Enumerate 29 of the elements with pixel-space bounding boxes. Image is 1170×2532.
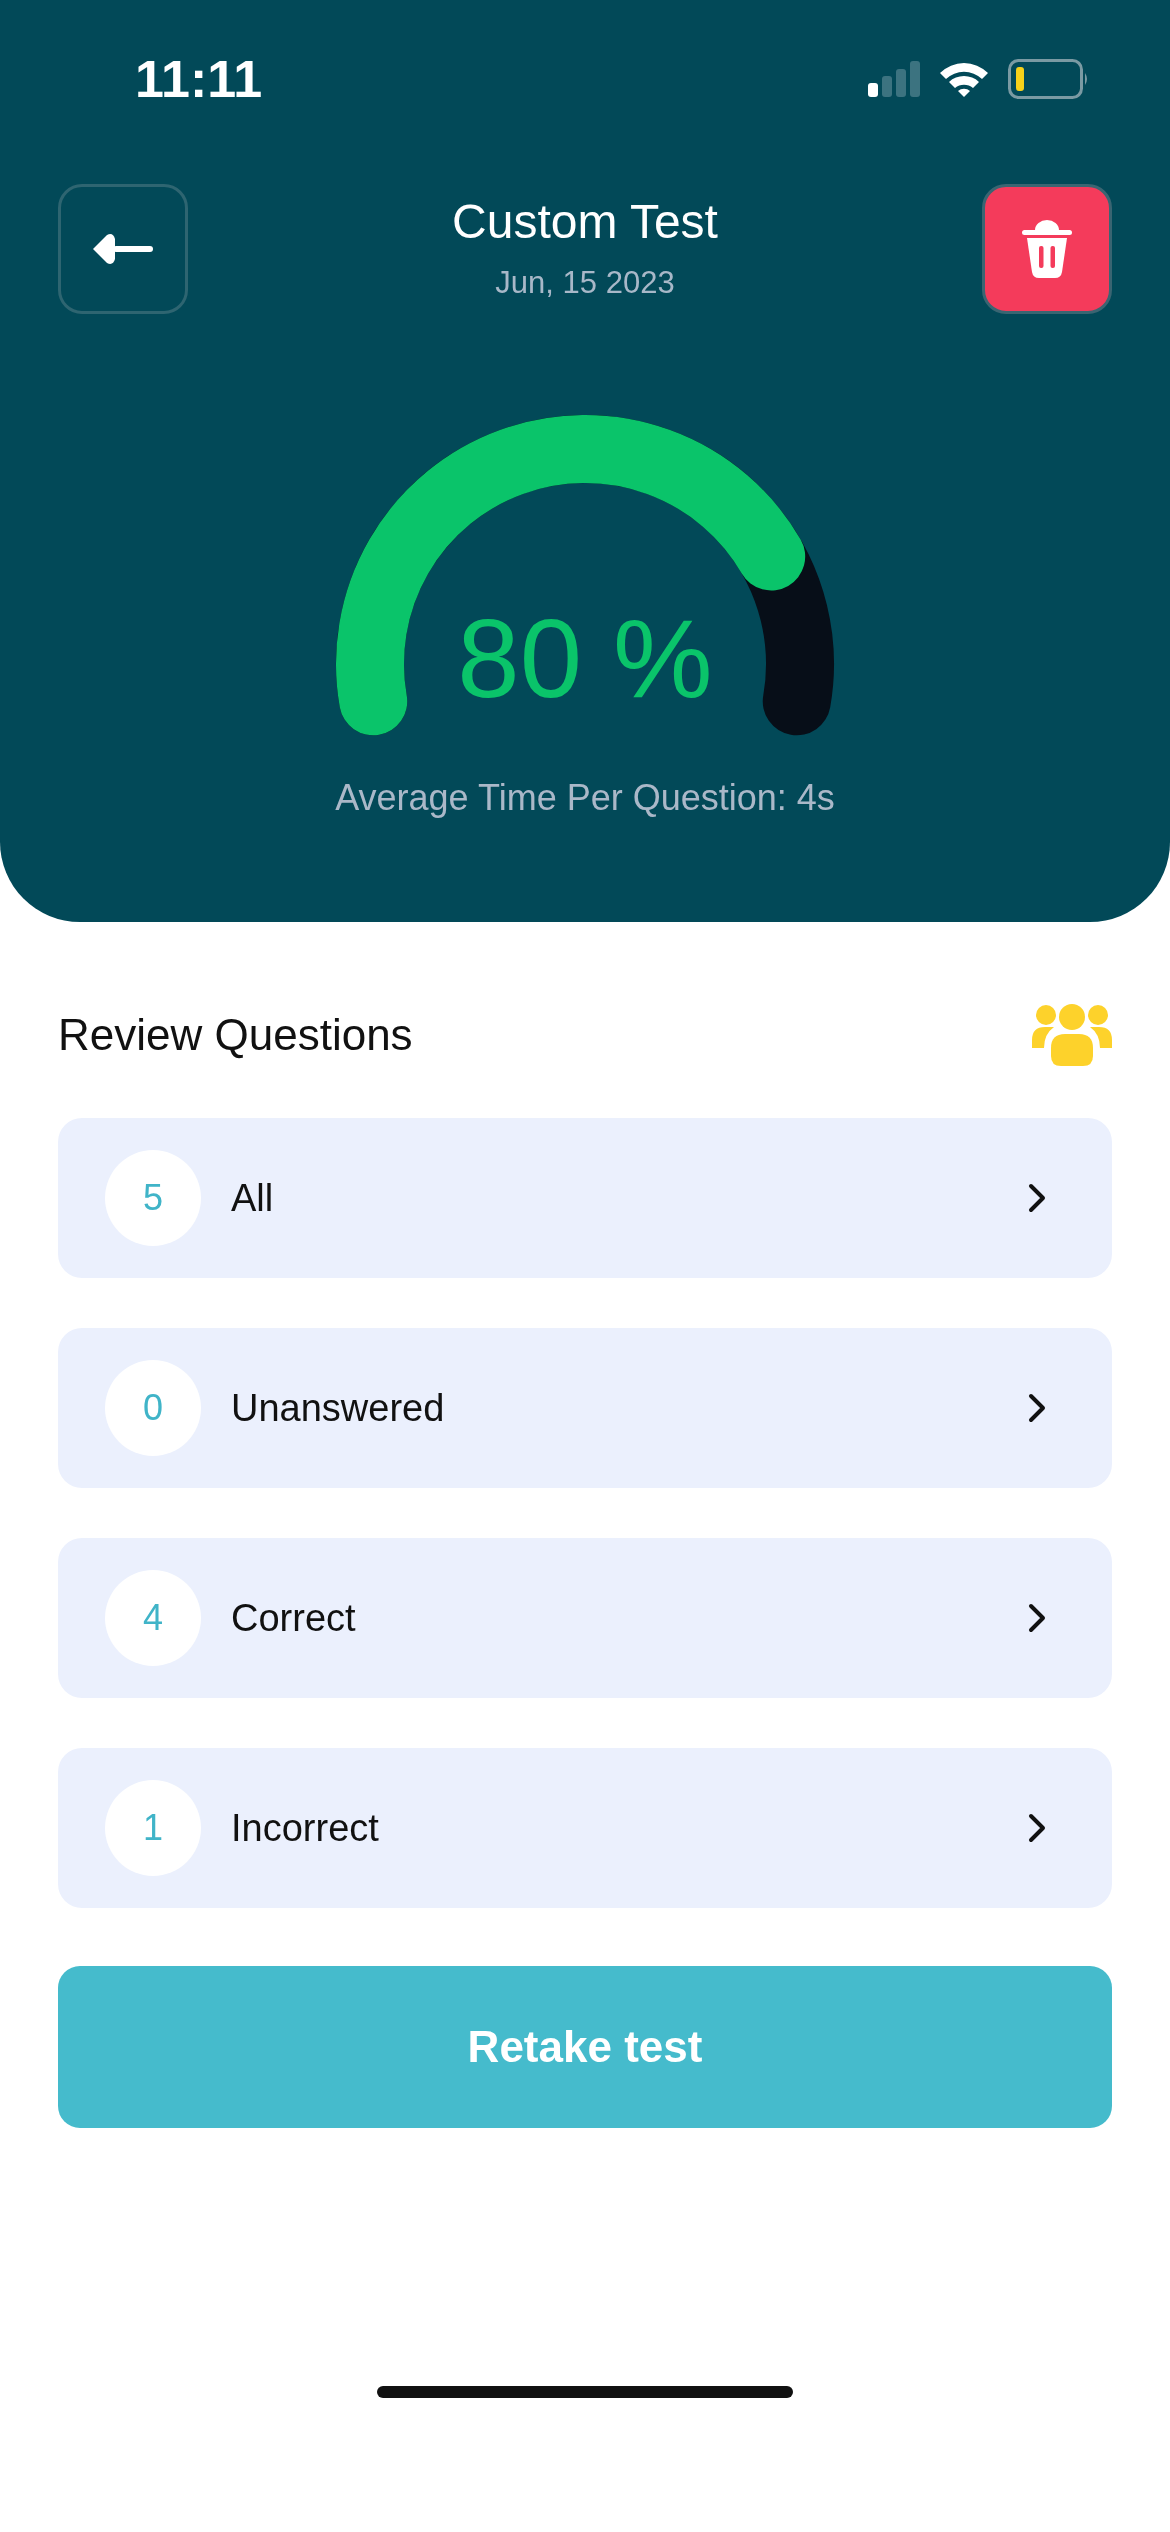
row-label: Incorrect xyxy=(231,1806,380,1850)
chevron-icon xyxy=(1028,1603,1046,1633)
count-badge: 5 xyxy=(105,1150,201,1246)
review-row[interactable]: 4 Correct xyxy=(58,1538,1112,1698)
battery-icon xyxy=(1008,59,1090,99)
count-badge: 0 xyxy=(105,1360,201,1456)
trash-icon xyxy=(1022,220,1072,278)
section-title: Review Questions xyxy=(58,1010,413,1060)
signal-icon xyxy=(868,61,920,97)
score-percent: 80 % xyxy=(457,596,713,721)
back-arrow-icon xyxy=(93,233,153,265)
count-badge: 1 xyxy=(105,1780,201,1876)
count-badge: 4 xyxy=(105,1570,201,1666)
row-label: Unanswered xyxy=(231,1386,446,1430)
test-title: Custom Test xyxy=(452,194,718,249)
delete-button[interactable] xyxy=(982,184,1112,314)
average-time-text: Average Time Per Question: 4s xyxy=(335,777,835,818)
row-label: Correct xyxy=(231,1596,357,1640)
row-label: All xyxy=(231,1176,275,1220)
wifi-icon xyxy=(938,60,990,98)
review-row[interactable]: 1 Incorrect xyxy=(58,1748,1112,1908)
review-row[interactable]: 5 All xyxy=(58,1118,1112,1278)
test-date: Jun, 15 2023 xyxy=(495,265,675,301)
chevron-icon xyxy=(1028,1813,1046,1843)
chevron-icon xyxy=(1028,1183,1046,1213)
status-time: 11:11 xyxy=(135,49,263,109)
review-row[interactable]: 0 Unanswered xyxy=(58,1328,1112,1488)
chevron-icon xyxy=(1028,1393,1046,1423)
back-button[interactable] xyxy=(58,184,188,314)
